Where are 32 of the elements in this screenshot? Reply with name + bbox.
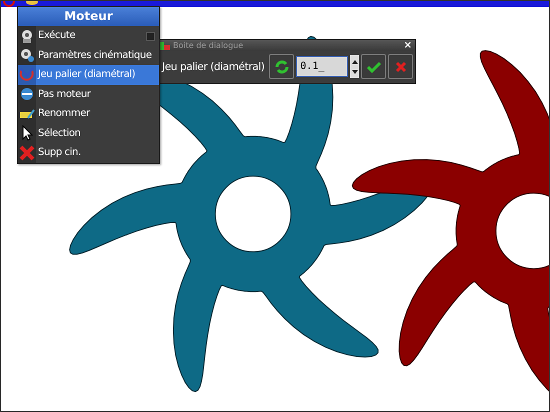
field-label: Jeu palier (diamétral) [162, 60, 264, 72]
menu-item-label[interactable]: Exécute [36, 30, 76, 42]
menu-item-label[interactable]: Supp cin. [36, 147, 81, 158]
gear-icon [19, 28, 35, 44]
menu-item[interactable]: Exécute [18, 26, 159, 46]
menu-item[interactable]: Supp cin. [18, 143, 159, 162]
menu-item-label[interactable]: Sélection [36, 128, 80, 139]
caliper-icon [19, 66, 35, 83]
app-icon [160, 42, 170, 50]
delete-icon [19, 144, 35, 161]
menu-item-label[interactable]: Jeu palier (diamétral) [36, 69, 136, 80]
globe-icon [19, 86, 35, 102]
dialog-title: Boite de dialogue [173, 41, 244, 50]
menu-item-label[interactable]: Pas moteur [36, 88, 90, 100]
menu-title: Moteur [18, 7, 159, 26]
refresh-button[interactable] [269, 54, 294, 79]
menu-item-label[interactable]: Paramètres cinématique [36, 50, 152, 61]
close-icon [394, 60, 407, 72]
checkmark-icon [366, 60, 381, 72]
cancel-button[interactable] [388, 54, 413, 79]
menu-item[interactable]: Pas moteur [18, 84, 159, 104]
menu-item-label[interactable]: Renommer [36, 108, 90, 120]
value-field[interactable]: 0.1_ [296, 56, 348, 77]
refresh-icon [274, 60, 289, 74]
gear-icon [19, 47, 35, 64]
menu-item[interactable]: Paramètres cinématique [18, 46, 159, 65]
menu-item[interactable]: Jeu palier (diamétral) [18, 65, 159, 84]
menu-item[interactable]: Sélection [18, 124, 159, 143]
menu-item[interactable]: Renommer [18, 104, 159, 124]
close-button[interactable]: × [404, 40, 412, 50]
ok-button[interactable] [361, 54, 386, 79]
spin-buttons[interactable] [350, 55, 360, 78]
